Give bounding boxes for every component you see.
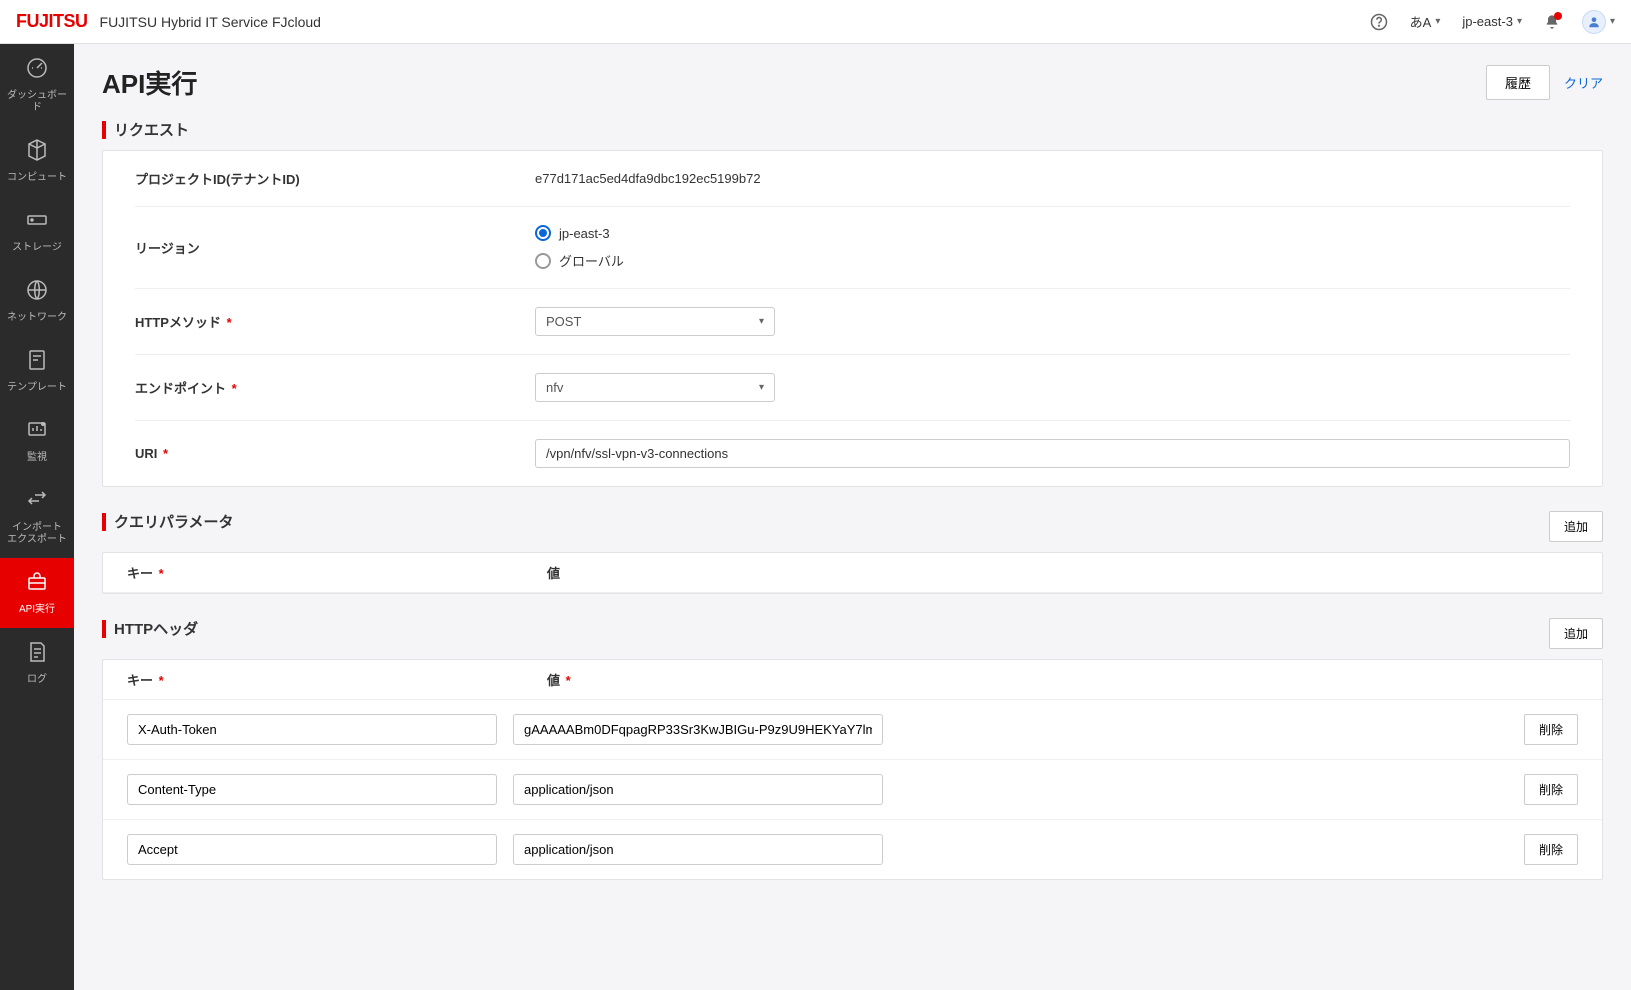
header-value-input[interactable] [513,774,883,805]
sidebar-item-api-exec[interactable]: API実行 [0,558,74,628]
select-value: POST [546,314,581,329]
chevron-down-icon: ▾ [1610,16,1615,27]
gauge-icon [25,56,49,86]
header-delete-button[interactable]: 削除 [1524,774,1578,805]
avatar-icon [1582,10,1606,34]
project-id-value: e77d171ac5ed4dfa9dbc192ec5199b72 [535,171,1570,186]
section-title-request: リクエスト [102,119,1603,140]
http-method-label: HTTPメソッド * [135,312,535,331]
endpoint-select[interactable]: nfv ▾ [535,373,775,402]
radio-icon [535,253,551,269]
radio-label: jp-east-3 [559,226,610,241]
page-title: API実行 [102,64,197,101]
sidebar-item-label: コンピュート [7,172,67,184]
region-radio-global[interactable]: グローバル [535,251,1570,270]
toolbox-icon [25,570,49,600]
cube-icon [25,138,49,168]
region-switcher[interactable]: jp-east-3 ▾ [1462,14,1522,29]
storage-icon [25,208,49,238]
chevron-down-icon: ▾ [1517,16,1522,27]
header-value-header: 値 * [547,670,1578,689]
sidebar-item-label: テンプレート [7,382,67,394]
header-value-input[interactable] [513,834,883,865]
sidebar-item-network[interactable]: ネットワーク [0,266,74,336]
header-value-input[interactable] [513,714,883,745]
template-icon [25,348,49,378]
clear-link[interactable]: クリア [1564,73,1603,92]
radio-label: グローバル [559,251,624,270]
endpoint-label: エンドポイント * [135,378,535,397]
sidebar-item-storage[interactable]: ストレージ [0,196,74,266]
query-table: キー * 値 [102,552,1603,594]
sidebar-item-monitor[interactable]: 監視 [0,406,74,476]
sidebar-item-log[interactable]: ログ [0,628,74,698]
notification-dot [1554,12,1562,20]
sidebar-item-label: ダッシュボード [4,90,70,114]
header-add-button[interactable]: 追加 [1549,618,1603,649]
sidebar-item-dashboard[interactable]: ダッシュボード [0,44,74,126]
table-row: 削除 [103,820,1602,879]
select-value: nfv [546,380,563,395]
sidebar-item-label: API実行 [19,604,55,616]
sidebar-item-label: ログ [27,674,47,686]
table-row: 削除 [103,700,1602,760]
import-export-icon [25,488,49,518]
header-key-input[interactable] [127,774,497,805]
history-button[interactable]: 履歴 [1486,65,1550,100]
topbar: FUJITSU FUJITSU Hybrid IT Service FJclou… [0,0,1631,44]
log-icon [25,640,49,670]
table-row: 削除 [103,760,1602,820]
sidebar-item-label: インポートエクスポート [7,522,67,546]
header-delete-button[interactable]: 削除 [1524,714,1578,745]
query-key-header: キー * [127,563,547,582]
header-key-input[interactable] [127,834,497,865]
http-method-select[interactable]: POST ▾ [535,307,775,336]
sidebar-item-label: 監視 [27,452,47,464]
sidebar: ダッシュボード コンピュート ストレージ ネットワーク テンプレート 監視 イン… [0,44,74,990]
language-label: あA [1410,12,1432,31]
uri-label: URI * [135,446,535,461]
help-icon[interactable] [1370,13,1388,31]
globe-icon [25,278,49,308]
query-add-button[interactable]: 追加 [1549,511,1603,542]
region-radio-jp-east-3[interactable]: jp-east-3 [535,225,1570,241]
sidebar-item-label: ストレージ [12,242,62,254]
request-card: プロジェクトID(テナントID) e77d171ac5ed4dfa9dbc192… [102,150,1603,487]
http-headers-table: キー * 値 * 削除 削除 削除 [102,659,1603,880]
uri-input[interactable] [535,439,1570,468]
brand-logo: FUJITSU [16,11,88,32]
section-title-query: クエリパラメータ [102,511,234,532]
header-delete-button[interactable]: 削除 [1524,834,1578,865]
region-label: リージョン [135,238,535,257]
chevron-down-icon: ▾ [1435,16,1440,27]
main-content: API実行 履歴 クリア リクエスト プロジェクトID(テナントID) e77d… [74,44,1631,990]
header-key-input[interactable] [127,714,497,745]
service-name: FUJITSU Hybrid IT Service FJcloud [100,14,321,30]
user-menu[interactable]: ▾ [1582,10,1615,34]
monitor-icon [25,418,49,448]
query-value-header: 値 [547,563,1578,582]
sidebar-item-template[interactable]: テンプレート [0,336,74,406]
header-key-header: キー * [127,670,547,689]
chevron-down-icon: ▾ [759,382,764,393]
project-id-label: プロジェクトID(テナントID) [135,169,535,188]
section-title-http-headers: HTTPヘッダ [102,618,198,639]
language-switcher[interactable]: あA ▾ [1410,12,1441,31]
chevron-down-icon: ▾ [759,316,764,327]
sidebar-item-compute[interactable]: コンピュート [0,126,74,196]
sidebar-item-import-export[interactable]: インポートエクスポート [0,476,74,558]
notifications-icon[interactable] [1544,14,1560,30]
region-label: jp-east-3 [1462,14,1513,29]
radio-icon [535,225,551,241]
sidebar-item-label: ネットワーク [7,312,67,324]
